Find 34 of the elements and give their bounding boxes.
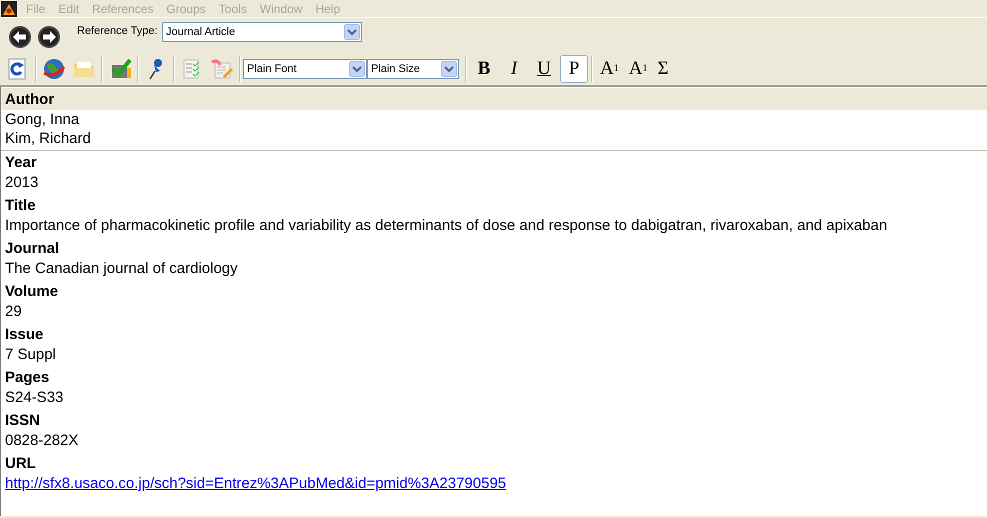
- field-label: Issue: [4, 325, 44, 345]
- field-value[interactable]: 7 Suppl: [5, 346, 56, 364]
- forward-arrow-icon[interactable]: [37, 25, 61, 49]
- reference-type-dropdown[interactable]: Journal Article: [162, 22, 362, 42]
- field-value[interactable]: S24-S33: [5, 389, 64, 407]
- field-value[interactable]: The Canadian journal of cardiology: [5, 260, 238, 278]
- format-button[interactable]: U: [530, 54, 558, 82]
- app-logo-icon: [1, 0, 17, 16]
- field-label: Volume: [4, 282, 60, 302]
- field-label: URL: [4, 454, 37, 474]
- field-value[interactable]: Importance of pharmacokinetic profile and variability as determinants of dose and response to dabigatran, rivaroxaban, and apixaban: [5, 217, 888, 235]
- field-label: Journal: [4, 239, 60, 259]
- url-link[interactable]: http://sfx8.usaco.co.jp/sch?sid=Entrez%3APubMed&id=pmid%3A23790595: [5, 475, 506, 493]
- format-button[interactable]: P: [560, 54, 588, 82]
- field-label: Year: [4, 153, 38, 173]
- format-button[interactable]: Σ: [652, 54, 674, 82]
- field-value[interactable]: Kim, Richard: [5, 130, 91, 148]
- field-label: Author: [1, 88, 987, 110]
- field-value[interactable]: 29: [5, 303, 22, 321]
- field-value[interactable]: Gong, Inna: [5, 111, 80, 129]
- format-button[interactable]: I: [500, 54, 528, 82]
- globe-icon[interactable]: [42, 56, 66, 80]
- back-arrow-icon[interactable]: [8, 25, 32, 49]
- format-button[interactable]: B: [470, 54, 498, 82]
- reference-type-label: Reference Type:: [77, 25, 159, 37]
- format-button[interactable]: A$^{1}$: [595, 54, 624, 82]
- field-label: Pages: [4, 368, 50, 388]
- size-dropdown[interactable]: Plain Size: [367, 58, 459, 78]
- field-value[interactable]: 2013: [5, 174, 38, 192]
- field-label: ISSN: [4, 411, 42, 431]
- font-dropdown[interactable]: Plain Font: [243, 58, 367, 78]
- field-label: Title: [4, 196, 37, 216]
- field-value[interactable]: 0828-282X: [5, 432, 78, 450]
- edit-document-icon[interactable]: [210, 56, 234, 80]
